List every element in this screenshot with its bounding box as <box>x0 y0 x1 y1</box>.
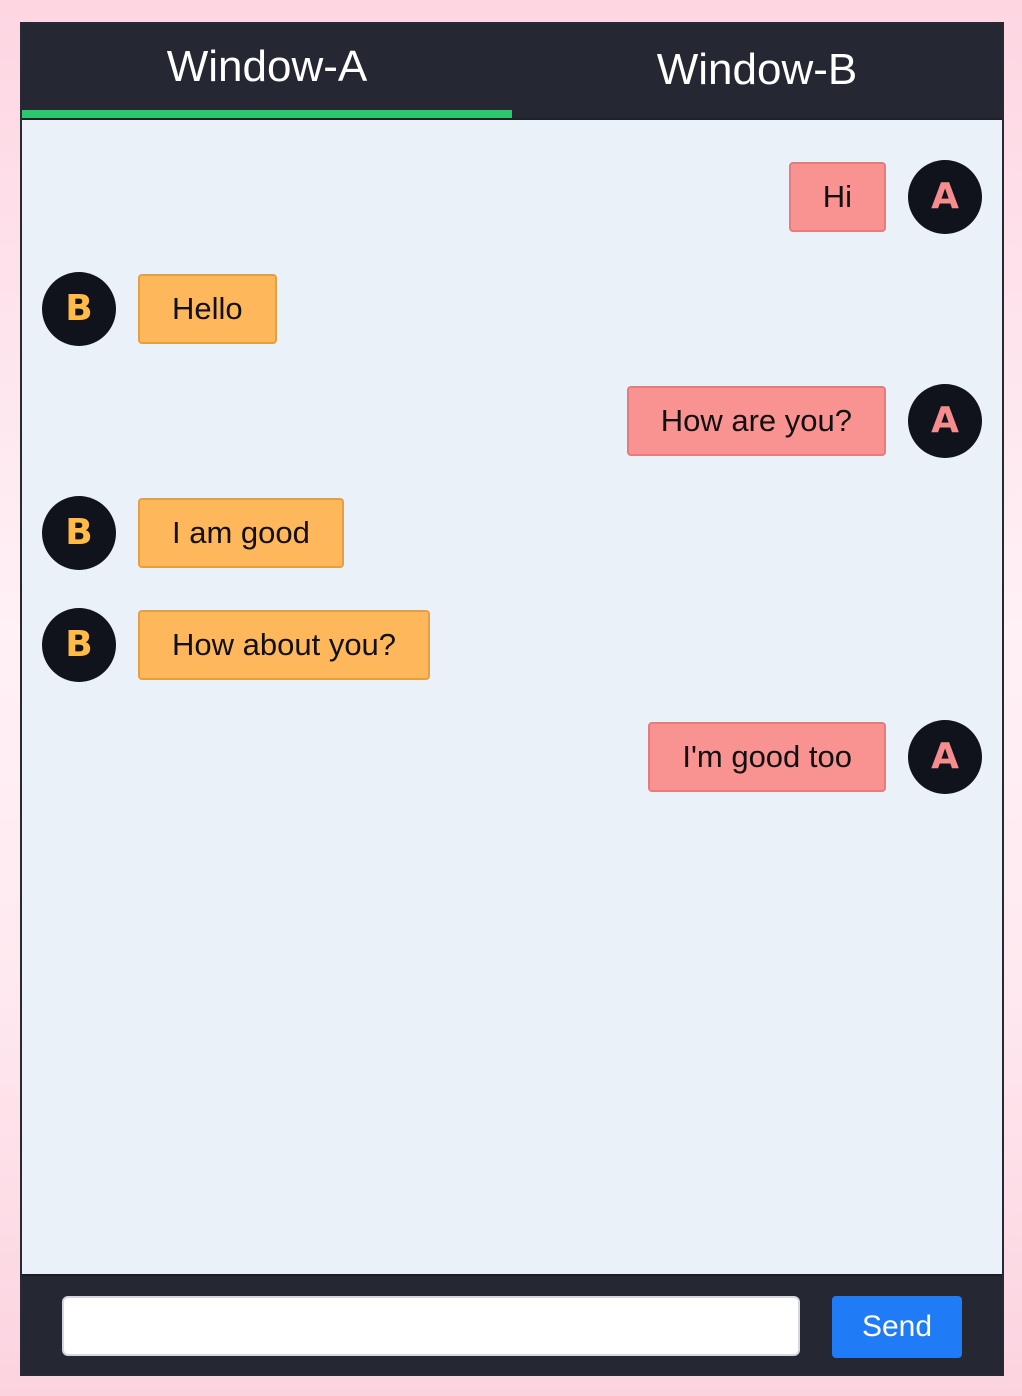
chat-app: Window-A Window-B A Hi B Hello A How are… <box>20 22 1004 1376</box>
chat-messages: A Hi B Hello A How are you? B I am good … <box>22 118 1002 1276</box>
avatar-b: B <box>42 496 116 570</box>
message-row-b: B Hello <box>42 272 277 346</box>
avatar-a-letter: A <box>931 176 959 217</box>
window-tabs: Window-A Window-B <box>22 24 1002 118</box>
tab-window-b[interactable]: Window-B <box>512 24 1002 118</box>
message-bubble-b: Hello <box>138 274 277 344</box>
message-bubble-a: I'm good too <box>648 722 886 792</box>
avatar-b-letter: B <box>65 288 93 329</box>
tab-window-a[interactable]: Window-A <box>22 24 512 118</box>
message-bubble-b: I am good <box>138 498 344 568</box>
message-bubble-b: How about you? <box>138 610 431 680</box>
avatar-b: B <box>42 272 116 346</box>
message-input[interactable] <box>62 1296 800 1356</box>
avatar-a: A <box>908 160 982 234</box>
message-composer: Send <box>22 1274 1002 1374</box>
message-row-a: A I'm good too <box>648 720 982 794</box>
active-tab-indicator <box>22 110 512 118</box>
avatar-b-letter: B <box>65 624 93 665</box>
avatar-b: B <box>42 608 116 682</box>
message-row-a: A Hi <box>788 160 982 234</box>
avatar-a: A <box>908 720 982 794</box>
send-button[interactable]: Send <box>832 1296 962 1358</box>
message-row-b: B I am good <box>42 496 344 570</box>
message-row-b: B How about you? <box>42 608 431 682</box>
avatar-b-letter: B <box>65 512 93 553</box>
tab-window-b-label: Window-B <box>656 45 858 94</box>
message-row-a: A How are you? <box>626 384 982 458</box>
message-bubble-a: How are you? <box>626 386 886 456</box>
tab-window-a-label: Window-A <box>166 42 368 91</box>
avatar-a-letter: A <box>931 736 959 777</box>
avatar-a: A <box>908 384 982 458</box>
message-bubble-a: Hi <box>788 162 886 232</box>
avatar-a-letter: A <box>931 400 959 441</box>
